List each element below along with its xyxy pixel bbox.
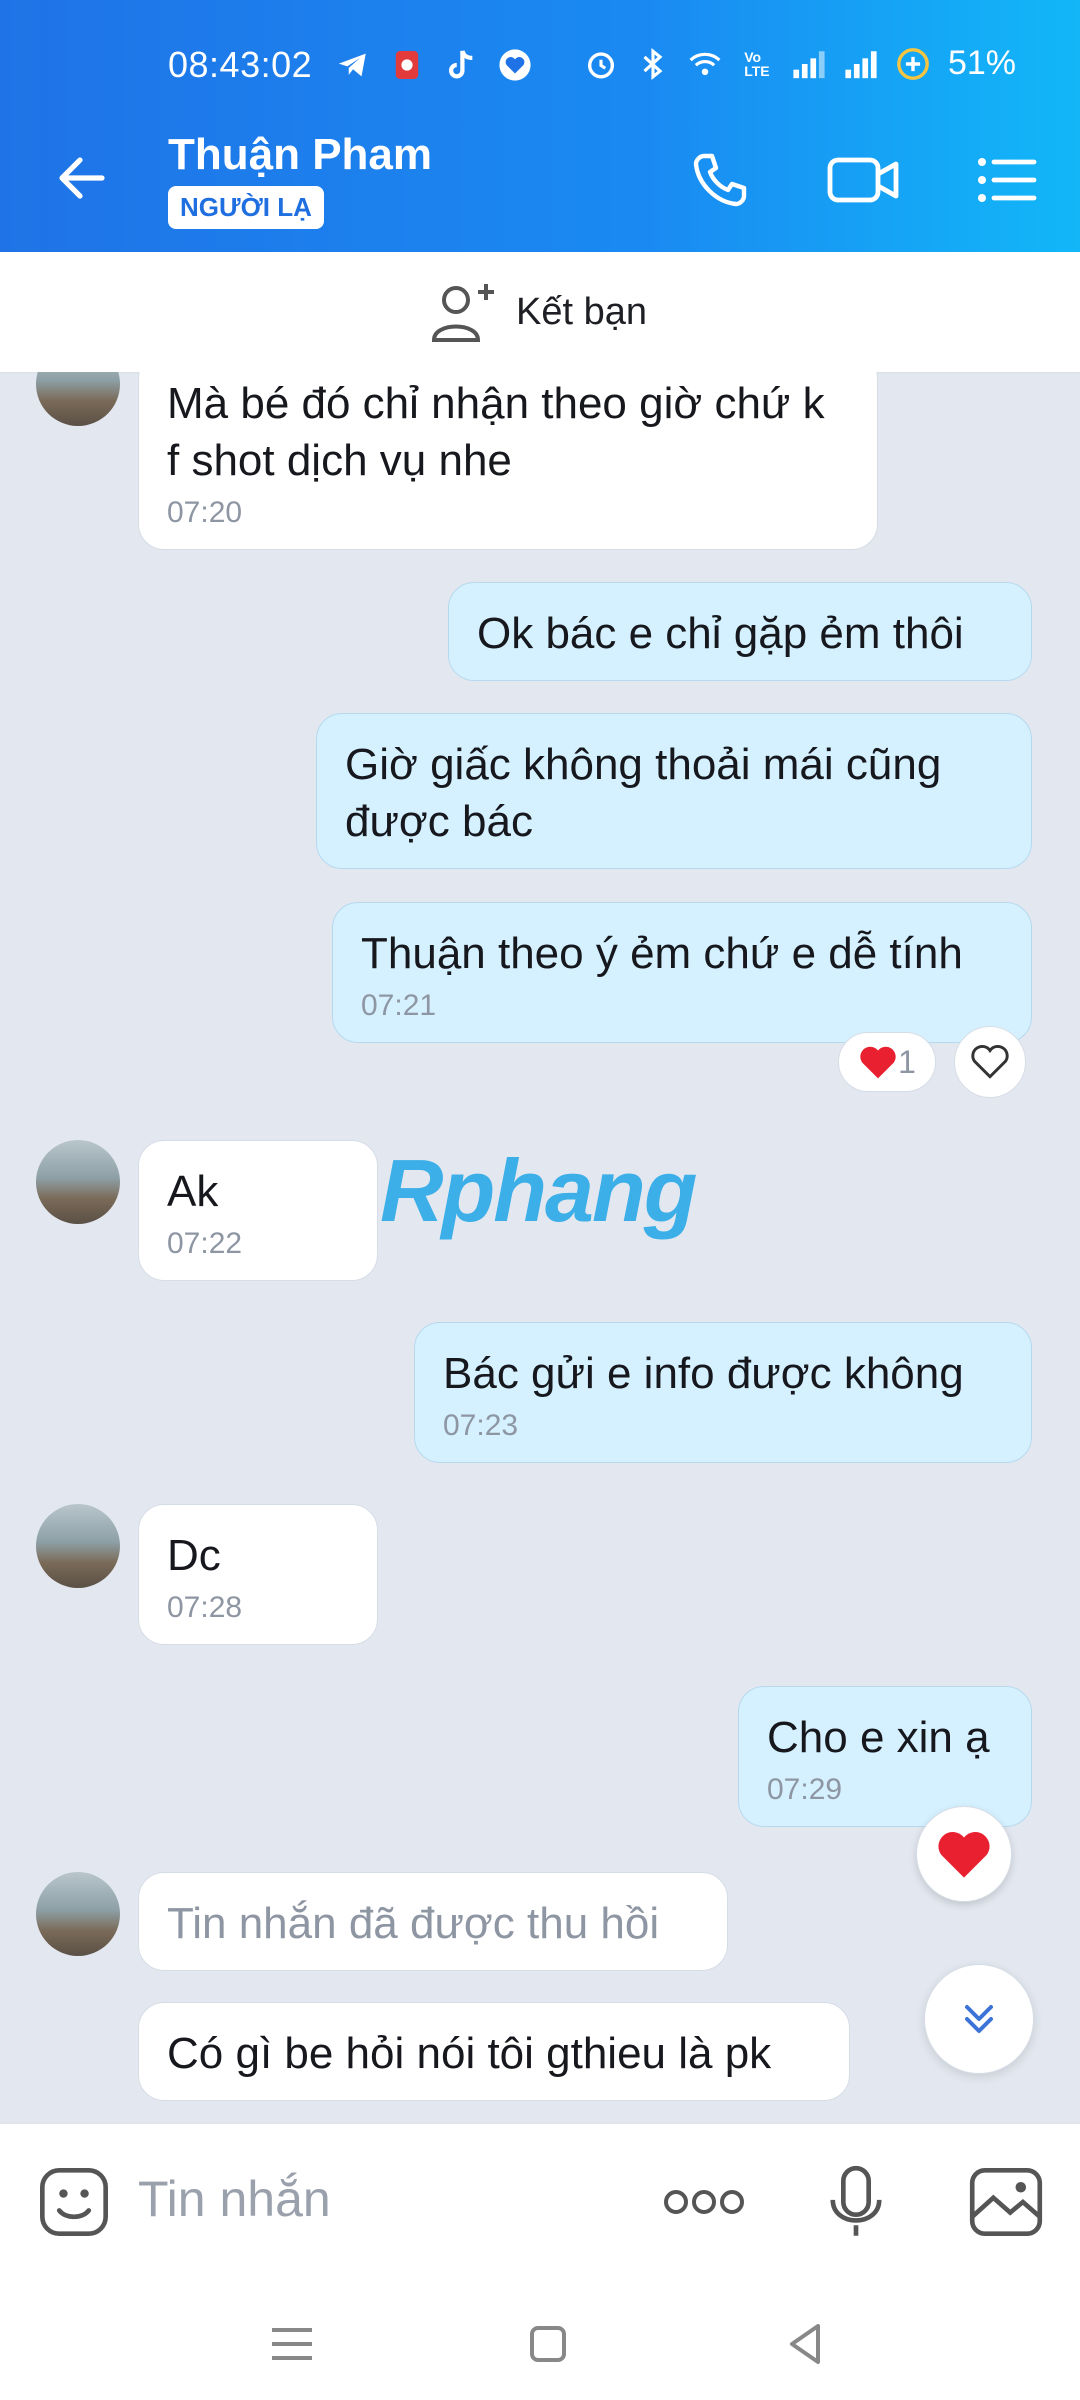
message-bubble-received[interactable]: Ak 07:22 [138,1140,378,1281]
heart-reaction-button[interactable] [916,1806,1012,1902]
signal-icon [844,47,878,81]
system-back-button[interactable] [780,2318,832,2370]
notification-icon [390,48,424,82]
add-friend-bar: Kết bạn [0,252,1080,374]
battery-saver-icon [896,47,930,81]
message-text: Ok bác e chỉ gặp ẻm thôi [477,609,964,658]
heart-icon [938,1832,990,1878]
reaction-count: 1 [898,1043,916,1080]
message-time: 07:23 [443,1409,519,1442]
add-friend-button[interactable]: Kết bạn [430,280,647,344]
message-text: Có gì be hỏi nói tôi gthieu là pk [167,2029,772,2078]
message-input-bar: Tin nhắn [0,2122,1080,2280]
back-button[interactable] [54,150,110,206]
signal-icon [792,47,826,81]
status-notification-icons [336,48,532,82]
status-bar: 08:43:02 Vo LTE 51% [0,0,1080,108]
video-call-button[interactable] [826,148,899,212]
watermark-logo: Rphang [380,1141,698,1240]
top-bar: 08:43:02 Vo LTE 51% Thuận Pham NGƯỜI LẠ [0,0,1080,252]
gallery-button[interactable] [966,2162,1046,2242]
message-bubble-sent[interactable]: Ok bác e chỉ gặp ẻm thôi [448,582,1032,681]
avatar[interactable] [36,1872,120,1956]
arrow-left-icon [59,157,105,199]
message-text: Tin nhắn đã được thu hồi [167,1899,660,1948]
heart-shield-icon [498,48,532,82]
volte-icon: Vo LTE [744,48,770,79]
add-friend-label: Kết bạn [516,290,647,333]
message-bubble-received[interactable]: Mà bé đó chỉ nhận theo giờ chứ k f shot … [138,372,878,550]
message-time: 07:22 [167,1227,243,1260]
message-time: 07:20 [167,496,243,529]
message-bubble-sent[interactable]: Thuận theo ý ẻm chứ e dễ tính 07:21 [332,902,1032,1043]
message-text: Dc [167,1531,221,1580]
telegram-icon [336,48,370,82]
message-text: Giờ giấc không thoải mái cũng được bác [345,740,942,846]
more-dots-icon [664,2190,744,2214]
video-camera-icon [827,157,899,203]
recalled-message-bubble[interactable]: Tin nhắn đã được thu hồi [138,1872,728,1971]
microphone-icon [830,2165,882,2236]
react-button[interactable] [954,1026,1026,1098]
message-time: 07:21 [361,989,437,1022]
more-options-button[interactable] [664,2162,744,2242]
message-text: Mà bé đó chỉ nhận theo giờ chứ k f shot … [167,379,825,485]
wifi-icon [688,47,722,81]
bluetooth-icon [636,47,670,81]
stranger-badge: NGƯỜI LẠ [168,186,324,229]
message-input[interactable]: Tin nhắn [138,2170,331,2228]
message-text: Bác gửi e info được không [443,1349,964,1398]
message-text: Cho e xin ạ [767,1713,990,1762]
message-bubble-received[interactable]: Dc 07:28 [138,1504,378,1645]
list-menu-icon [978,158,1037,202]
battery-percent: 51% [947,44,1016,82]
message-bubble-received[interactable]: Có gì be hỏi nói tôi gthieu là pk [138,2002,850,2101]
message-bubble-sent[interactable]: Giờ giấc không thoải mái cũng được bác [316,713,1032,869]
scroll-to-bottom-button[interactable] [924,1964,1034,2074]
home-button[interactable] [522,2318,574,2370]
message-time: 07:29 [767,1773,843,1806]
message-bubble-sent[interactable]: Cho e xin ạ 07:29 [738,1686,1032,1827]
status-time: 08:43:02 [168,44,313,85]
voice-call-button[interactable] [688,148,758,212]
message-list[interactable]: Mà bé đó chỉ nhận theo giờ chứ k f shot … [0,372,1080,2122]
double-chevron-down-icon [965,2005,993,2033]
menu-lines-icon [272,2328,312,2360]
avatar[interactable] [36,1504,120,1588]
tiktok-icon [444,48,478,82]
system-nav-bar [0,2278,1080,2400]
message-text: Thuận theo ý ẻm chứ e dễ tính [361,929,963,978]
alarm-icon [584,47,618,81]
reaction-summary[interactable]: 1 [838,1032,936,1092]
sticker-icon [40,2168,108,2236]
phone-icon [693,153,747,207]
contact-name[interactable]: Thuận Pham [168,130,432,180]
message-text: Ak [167,1167,219,1216]
recent-apps-button[interactable] [266,2318,318,2370]
triangle-back-icon [790,2324,820,2364]
voice-message-button[interactable] [816,2162,896,2242]
message-time: 07:28 [167,1591,243,1624]
heart-outline-icon [971,1045,1009,1079]
status-system-icons: Vo LTE 51% [584,44,1016,83]
heart-icon [860,1046,896,1079]
emoji-button[interactable] [34,2162,114,2242]
image-icon [969,2168,1043,2236]
chat-header: Thuận Pham NGƯỜI LẠ [0,108,1080,252]
chat-options-button[interactable] [974,148,1044,212]
add-user-icon [431,284,494,342]
avatar[interactable] [36,1140,120,1224]
message-bubble-sent[interactable]: Bác gửi e info được không 07:23 [414,1322,1032,1463]
square-icon [530,2326,566,2362]
avatar[interactable] [36,372,120,426]
